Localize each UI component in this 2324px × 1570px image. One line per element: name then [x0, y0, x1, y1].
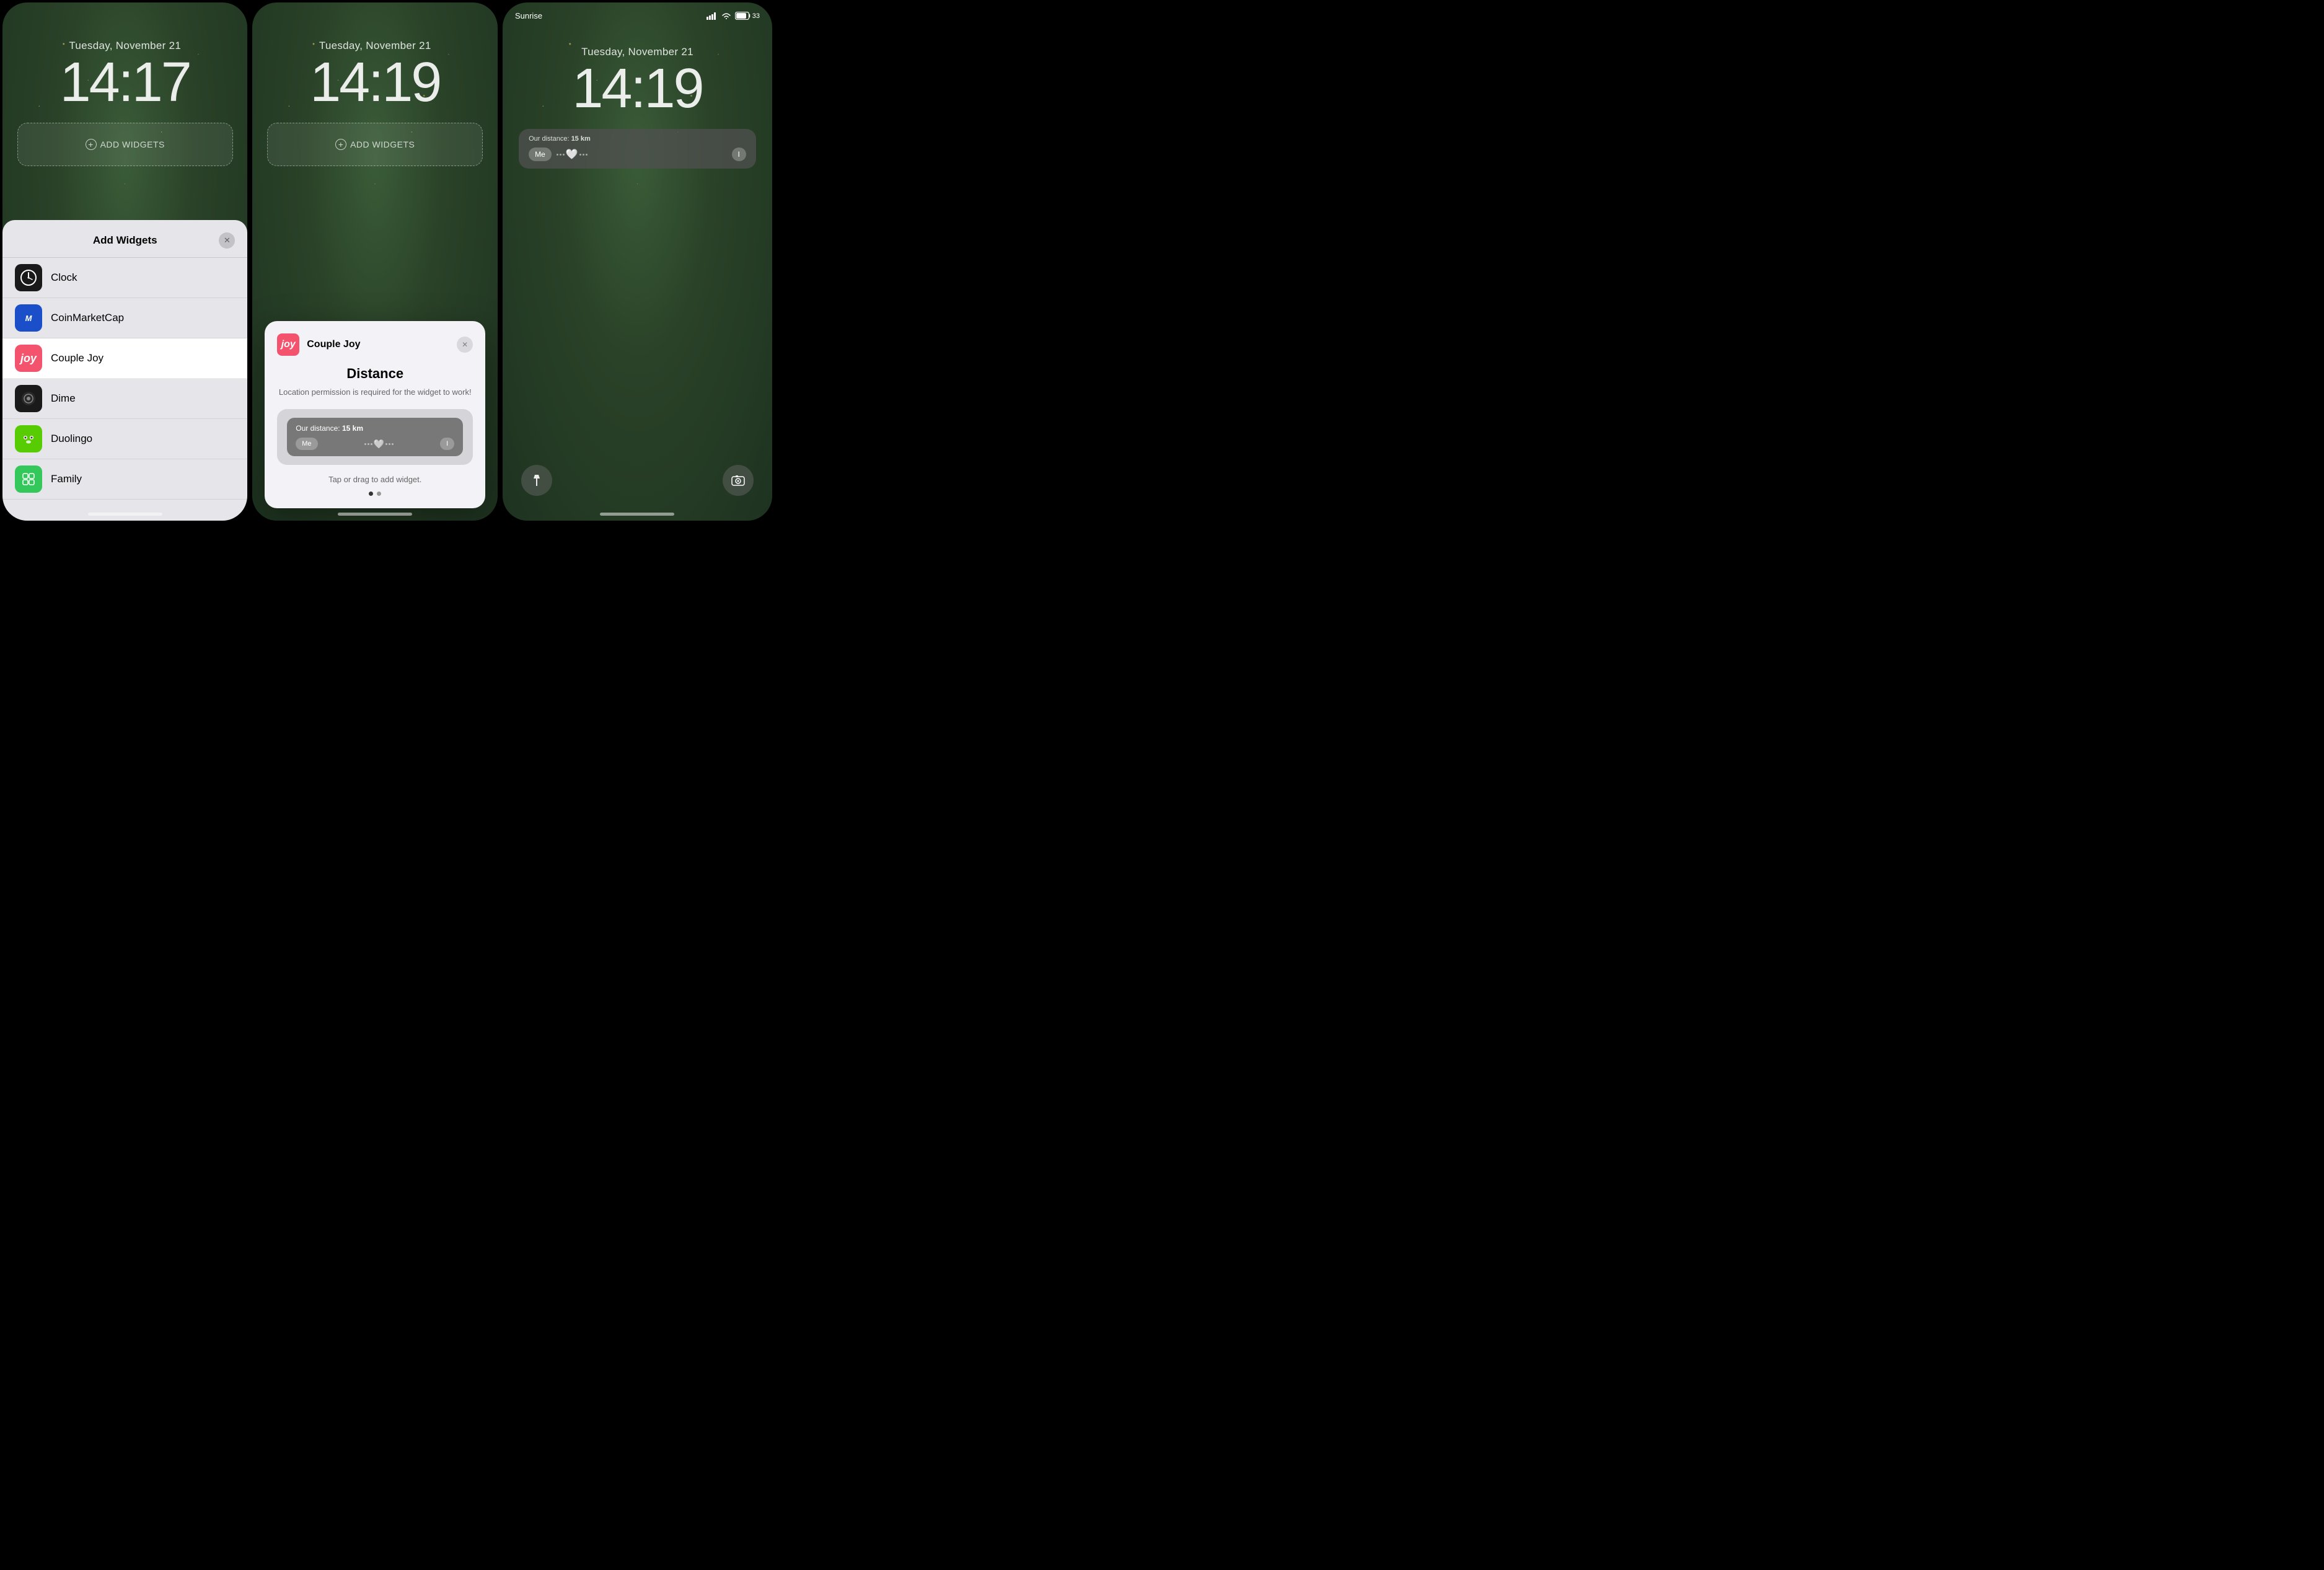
preview-distance-label: Our distance: 15 km	[296, 424, 454, 433]
app-name-couplejoy: Couple Joy	[51, 352, 103, 364]
add-widgets-btn-2[interactable]: + ADD WIDGETS	[335, 139, 415, 150]
heart-icon-widget: 🤍	[566, 148, 578, 161]
add-widgets-sheet: Add Widgets ✕ Clock	[2, 220, 247, 521]
line-dot-1	[557, 154, 558, 156]
flashlight-button[interactable]	[521, 465, 552, 496]
app-icon-family	[15, 465, 42, 493]
sheet-close-button[interactable]: ✕	[219, 232, 235, 249]
preview-me-label: Me	[296, 438, 317, 450]
camera-button[interactable]	[723, 465, 754, 496]
modal-app-name: Couple Joy	[307, 339, 449, 350]
lock-time-2: 14:19	[310, 55, 440, 110]
home-indicator-1	[88, 513, 162, 516]
home-indicator-3	[600, 513, 674, 516]
line-dot-6	[586, 154, 588, 156]
add-widgets-label-2: ADD WIDGETS	[350, 139, 415, 149]
app-name-duolingo: Duolingo	[51, 433, 92, 445]
add-widgets-label-1: ADD WIDGETS	[100, 139, 165, 149]
app-name-dime: Dime	[51, 392, 76, 405]
dot-4	[385, 443, 387, 445]
bottom-icons-3	[503, 465, 772, 496]
add-widgets-btn-1[interactable]: + ADD WIDGETS	[86, 139, 165, 150]
home-indicator-2	[338, 513, 412, 516]
widget-dotted-line: 🤍	[557, 148, 727, 161]
camera-icon	[731, 474, 745, 487]
lock-time-3: 14:19	[572, 61, 702, 117]
lock-time-1: 14:17	[60, 55, 190, 110]
line-dot-4	[579, 154, 581, 156]
close-icon-sheet: ✕	[224, 236, 231, 245]
app-icon-clock	[15, 264, 42, 291]
widget-me-label: Me	[529, 148, 552, 161]
modal-app-icon: joy	[277, 333, 299, 356]
page-dot-1	[369, 492, 373, 496]
lock-date-2: Tuesday, November 21	[319, 40, 431, 52]
app-item-coinmarketcap[interactable]: M CoinMarketCap	[2, 298, 247, 338]
app-icon-duolingo	[15, 425, 42, 452]
sheet-title: Add Widgets	[31, 234, 219, 247]
app-name-coinmarketcap: CoinMarketCap	[51, 312, 124, 324]
app-item-couplejoy[interactable]: joy Couple Joy	[2, 338, 247, 379]
widget-distance-value: 15 km	[571, 135, 591, 143]
app-list: Clock M CoinMarketCap joy Couple Joy	[2, 258, 247, 500]
modal-subtitle: Location permission is required for the …	[277, 387, 473, 398]
page-dot-2	[377, 492, 381, 496]
widget-partner-label: I	[732, 148, 746, 161]
phone-panel-1: Tuesday, November 21 14:17 + ADD WIDGETS…	[2, 2, 247, 521]
modal-close-button[interactable]: ✕	[457, 337, 473, 353]
app-icon-dime	[15, 385, 42, 412]
close-icon-modal: ✕	[462, 340, 468, 349]
sheet-title-row: Add Widgets ✕	[2, 232, 247, 258]
app-icon-coinmarketcap: M	[15, 304, 42, 332]
modal-header: joy Couple Joy ✕	[277, 333, 473, 356]
app-icon-couplejoy: joy	[15, 345, 42, 372]
widget-preview: Our distance: 15 km Me 🤍 I	[277, 409, 473, 465]
line-dot-2	[560, 154, 561, 156]
widget-area-2[interactable]: + ADD WIDGETS	[267, 123, 483, 166]
plus-icon-2: +	[335, 139, 346, 150]
modal-pagination	[277, 492, 473, 496]
lock-date-3: Tuesday, November 21	[581, 46, 693, 58]
heart-icon-preview: 🤍	[374, 439, 384, 449]
app-item-duolingo[interactable]: Duolingo	[2, 419, 247, 459]
plus-icon-1: +	[86, 139, 97, 150]
preview-distance-line: Me 🤍 I	[296, 438, 454, 450]
couple-joy-modal: joy Couple Joy ✕ Distance Location permi…	[265, 321, 485, 508]
phone-panel-2: Tuesday, November 21 14:19 + ADD WIDGETS…	[252, 2, 497, 521]
dot-1	[364, 443, 366, 445]
phone-panel-3: Sunrise 33 T	[503, 2, 772, 521]
preview-inner: Our distance: 15 km Me 🤍 I	[287, 418, 463, 456]
app-item-clock[interactable]: Clock	[2, 258, 247, 298]
dot-3	[371, 443, 372, 445]
dot-5	[389, 443, 390, 445]
dot-6	[392, 443, 394, 445]
modal-tap-label: Tap or drag to add widget.	[277, 475, 473, 484]
app-item-family[interactable]: Family	[2, 459, 247, 500]
widget-distance-label: Our distance: 15 km	[529, 135, 746, 143]
line-dot-3	[563, 154, 565, 156]
widget-distance-line: Me 🤍 I	[529, 148, 746, 161]
lockscreen-3: Tuesday, November 21 14:19 Our distance:…	[503, 2, 772, 521]
app-name-family: Family	[51, 473, 82, 485]
app-item-dime[interactable]: Dime	[2, 379, 247, 419]
modal-title: Distance	[277, 366, 473, 382]
preview-partner-label: I	[440, 438, 454, 450]
lock-date-1: Tuesday, November 21	[69, 40, 181, 52]
dot-2	[368, 443, 369, 445]
app-name-clock: Clock	[51, 271, 77, 284]
flashlight-icon	[530, 474, 544, 487]
distance-widget-3: Our distance: 15 km Me 🤍 I	[519, 129, 756, 169]
line-dot-5	[583, 154, 584, 156]
preview-dots: 🤍	[322, 439, 437, 449]
widget-area-1[interactable]: + ADD WIDGETS	[17, 123, 233, 166]
svg-text:M: M	[25, 314, 33, 323]
